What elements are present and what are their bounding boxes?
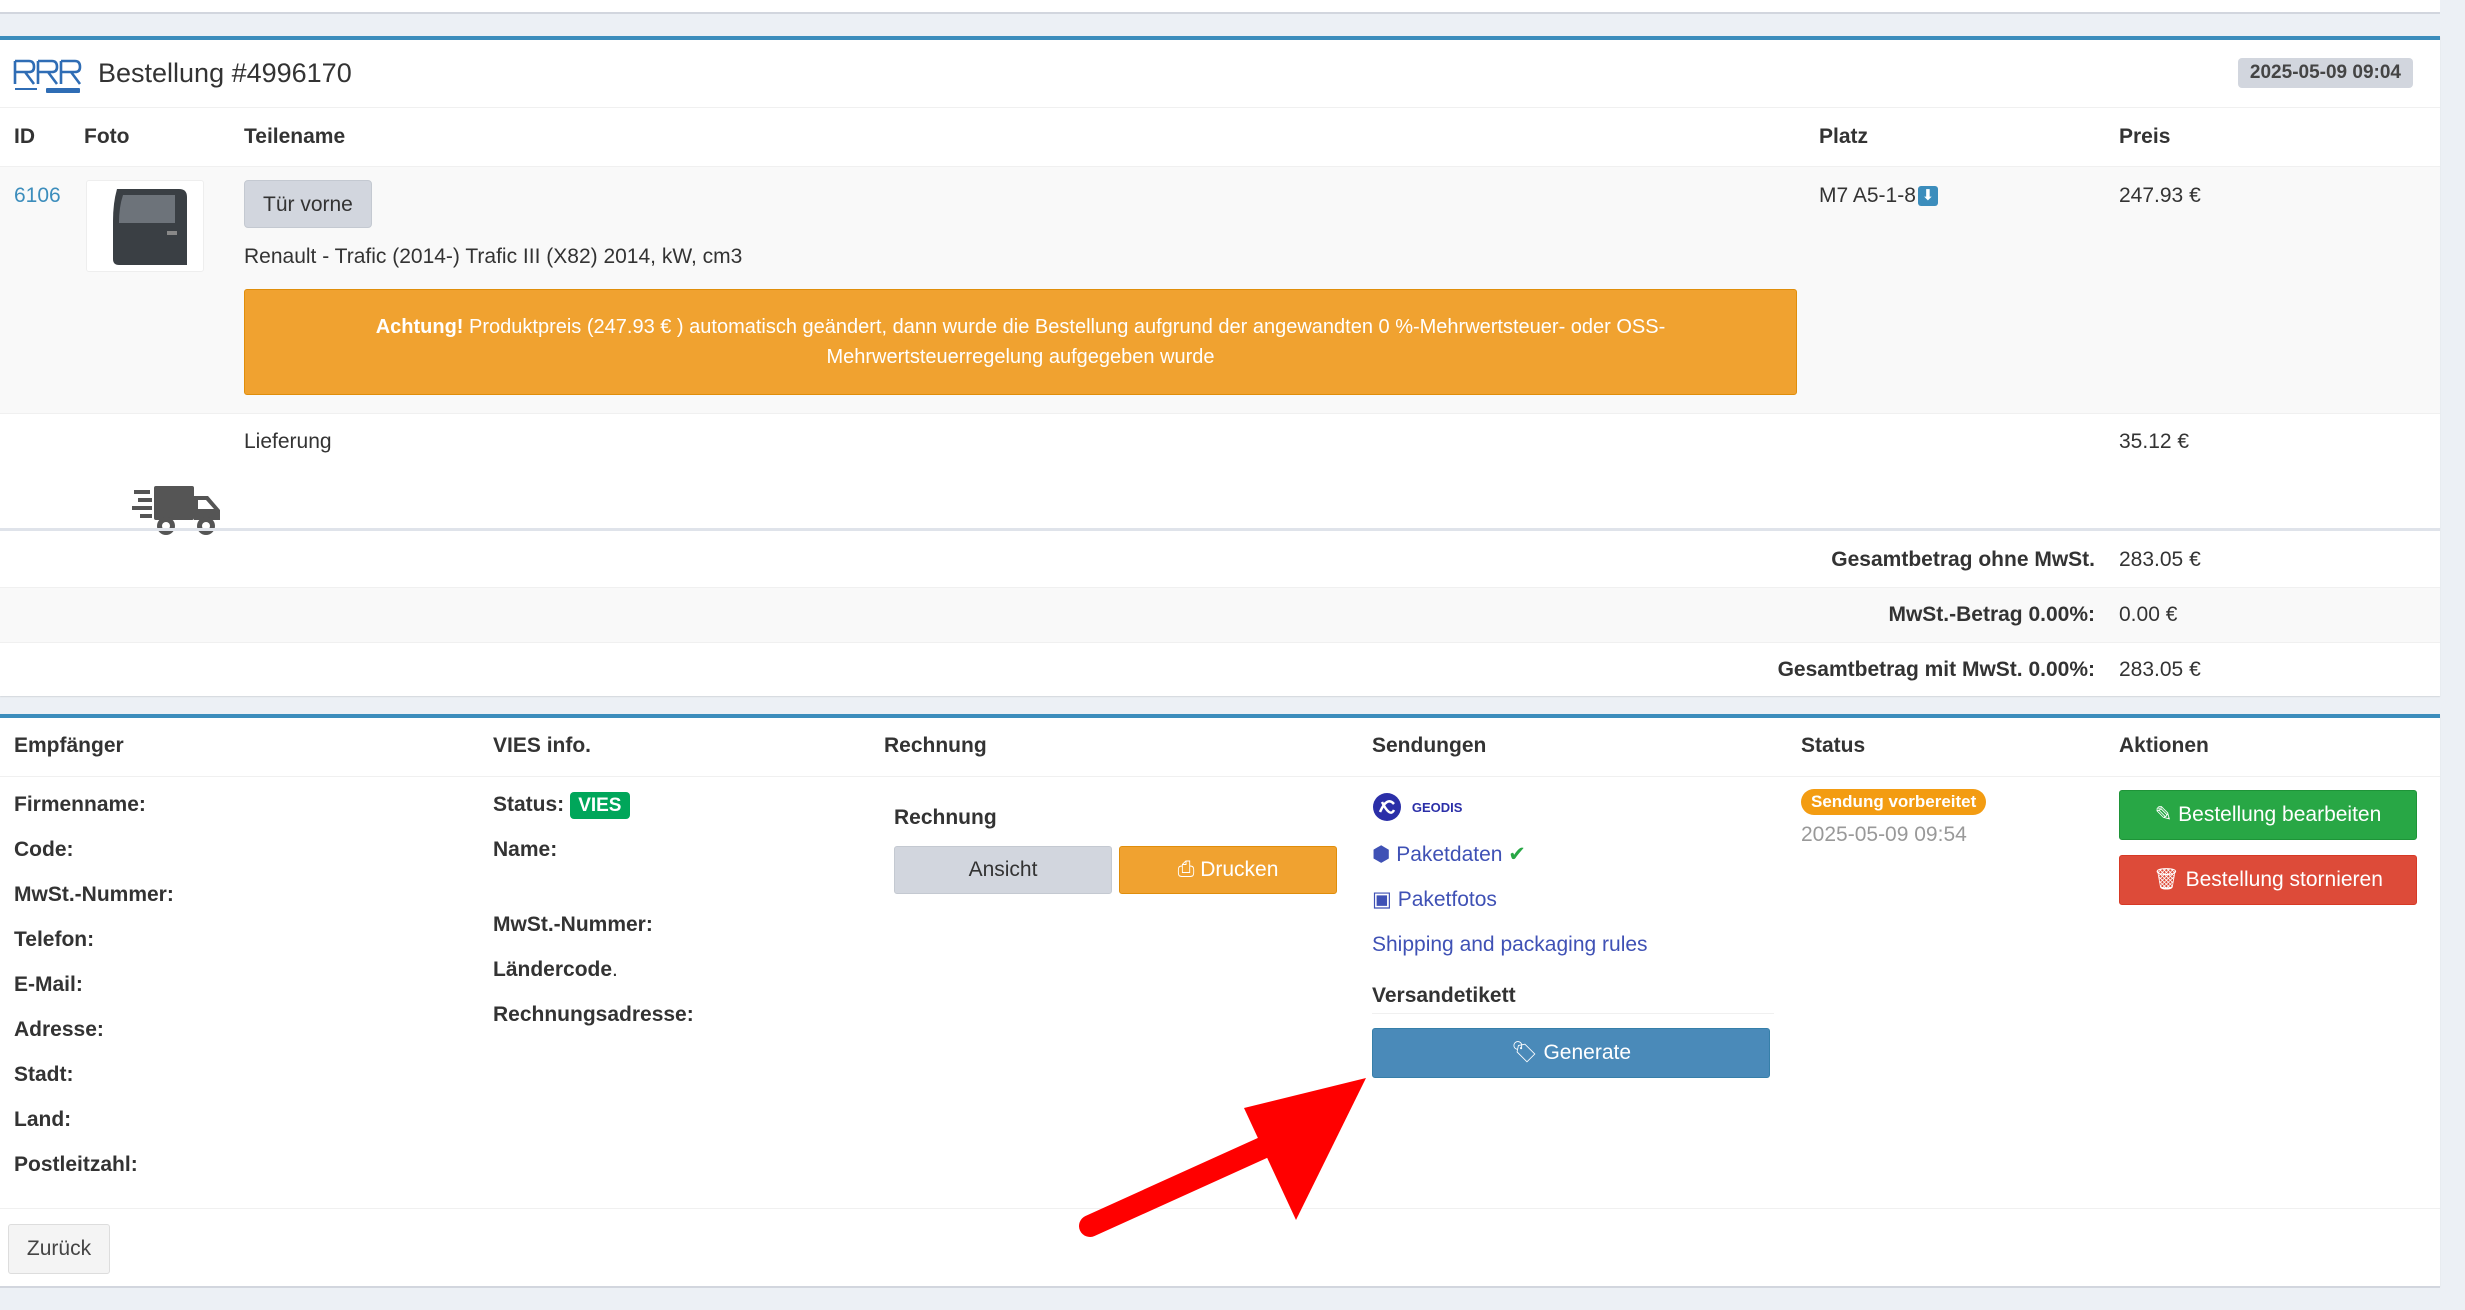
vies-country: Ländercode.	[493, 958, 618, 982]
status-badge: Sendung vorbereitet	[1801, 789, 1987, 815]
total-gross-value: 283.05 €	[2119, 658, 2201, 681]
edit-icon: ✎	[2154, 803, 2173, 826]
delivery-price: 35.12 €	[2119, 430, 2190, 453]
column-header-photo: Foto	[84, 125, 130, 148]
column-header-price: Preis	[2119, 125, 2171, 148]
divider	[0, 642, 2440, 643]
place-value: M7 A5-1-8	[1819, 184, 1916, 207]
carrier-name: GEODIS	[1411, 799, 1463, 815]
box-icon: ⬢	[1372, 843, 1391, 866]
recipient-country-label: Land:	[14, 1108, 72, 1131]
header-status: Status	[1801, 734, 1866, 757]
divider	[1372, 1013, 1774, 1014]
invoice-print-button[interactable]: ⎙ Drucken	[1119, 846, 1337, 894]
recipient-address-label: Adresse:	[14, 1018, 104, 1041]
vies-vat-label: MwSt.-Nummer:	[493, 913, 653, 936]
vehicle-description: Renault - Trafic (2014-) Trafic III (X82…	[244, 245, 743, 268]
header-invoice: Rechnung	[884, 734, 987, 757]
package-photos-link[interactable]: ▣ Paketfotos	[1372, 887, 1497, 912]
top-strip	[0, 0, 2440, 14]
tag-icon: 🏷	[1510, 1041, 1538, 1064]
recipient-code-label: Code:	[14, 838, 74, 861]
cancel-order-button[interactable]: 🗑 Bestellung stornieren	[2119, 855, 2417, 905]
header-shipments: Sendungen	[1372, 734, 1487, 757]
part-name-button[interactable]: Tür vorne	[244, 180, 372, 228]
header-recipient: Empfänger	[14, 734, 124, 757]
divider	[0, 528, 2440, 531]
recipient-email-label: E-Mail:	[14, 973, 83, 996]
vies-status: Status: VIES	[493, 792, 630, 819]
printer-icon: ⎙	[1177, 858, 1195, 881]
total-net-value: 283.05 €	[2119, 548, 2201, 571]
package-data-label: Paketdaten	[1396, 843, 1503, 866]
car-door-image	[113, 189, 187, 265]
trash-icon: 🗑	[2153, 868, 2180, 891]
right-gutter	[2440, 0, 2465, 1310]
annotation-arrow	[1079, 1078, 1366, 1237]
image-icon: ▣	[1372, 888, 1392, 911]
vies-country-dot: .	[612, 958, 618, 981]
part-id-link[interactable]: 6106	[14, 184, 61, 208]
order-title: Bestellung #4996170	[98, 58, 352, 88]
total-net-label: Gesamtbetrag ohne MwSt.	[1831, 548, 2095, 571]
price-change-alert: Achtung! Produktpreis (247.93 € ) automa…	[244, 289, 1797, 395]
invoice-view-button[interactable]: Ansicht	[894, 846, 1112, 894]
geodis-icon	[1373, 793, 1401, 821]
header-vies: VIES info.	[493, 734, 592, 757]
cancel-order-label: Bestellung stornieren	[2185, 868, 2383, 891]
status-timestamp: 2025-05-09 09:54	[1801, 823, 1967, 846]
package-data-link[interactable]: ⬢ Paketdaten ✔	[1372, 842, 1526, 867]
invoice-print-label: Drucken	[1200, 858, 1279, 881]
recipient-city-label: Stadt:	[14, 1063, 74, 1086]
edit-order-button[interactable]: ✎ Bestellung bearbeiten	[2119, 790, 2417, 840]
package-photos-label: Paketfotos	[1397, 888, 1497, 911]
total-vat-value: 0.00 €	[2119, 603, 2178, 626]
order-box: Bestellung #4996170 2025-05-09 09:04 ID …	[0, 36, 2440, 696]
total-vat-label: MwSt.-Betrag 0.00%:	[1888, 603, 2095, 626]
divider	[0, 413, 2440, 414]
part-photo[interactable]	[86, 180, 204, 272]
order-date-badge: 2025-05-09 09:04	[2237, 58, 2413, 88]
recipient-vat-label: MwSt.-Nummer:	[14, 883, 174, 906]
vies-country-label: Ländercode	[493, 958, 613, 981]
check-icon: ✔	[1508, 843, 1526, 866]
place-cell: M7 A5-1-8 ⬇	[1819, 184, 1938, 208]
edit-order-label: Bestellung bearbeiten	[2178, 803, 2382, 826]
generate-label-button[interactable]: 🏷 Generate	[1372, 1028, 1770, 1078]
header-actions: Aktionen	[2119, 734, 2209, 757]
vies-name-label: Name:	[493, 838, 558, 861]
order-header: Bestellung #4996170 2025-05-09 09:04	[0, 40, 2440, 108]
brand-logo	[13, 59, 82, 93]
recipient-company-label: Firmenname:	[14, 793, 146, 816]
download-arrow-icon[interactable]: ⬇	[1917, 186, 1938, 207]
divider	[0, 776, 2440, 777]
recipient-postcode-label: Postleitzahl:	[14, 1153, 138, 1176]
carrier-logo: GEODIS	[1372, 792, 1462, 822]
alert-text: Produktpreis (247.93 € ) automatisch geä…	[463, 316, 1666, 368]
total-gross-label: Gesamtbetrag mit MwSt. 0.00%:	[1777, 658, 2095, 681]
alert-strong: Achtung!	[375, 316, 464, 338]
vies-billing-label: Rechnungsadresse:	[493, 1003, 694, 1026]
vies-status-label: Status:	[493, 793, 565, 816]
shipping-rules-link[interactable]: Shipping and packaging rules	[1372, 933, 1648, 957]
column-header-place: Platz	[1819, 125, 1869, 148]
shipping-label-title: Versandetikett	[1372, 984, 1516, 1007]
vies-badge: VIES	[570, 792, 630, 819]
back-button[interactable]: Zurück	[8, 1224, 110, 1274]
invoice-title: Rechnung	[894, 806, 997, 829]
delivery-label: Lieferung	[244, 430, 332, 453]
recipient-phone-label: Telefon:	[14, 928, 95, 951]
generate-label: Generate	[1543, 1041, 1632, 1064]
part-price: 247.93 €	[2119, 184, 2201, 207]
column-header-id: ID	[14, 125, 35, 148]
column-header-part-name: Teilename	[244, 125, 346, 148]
bottom-divider	[0, 1286, 2440, 1288]
